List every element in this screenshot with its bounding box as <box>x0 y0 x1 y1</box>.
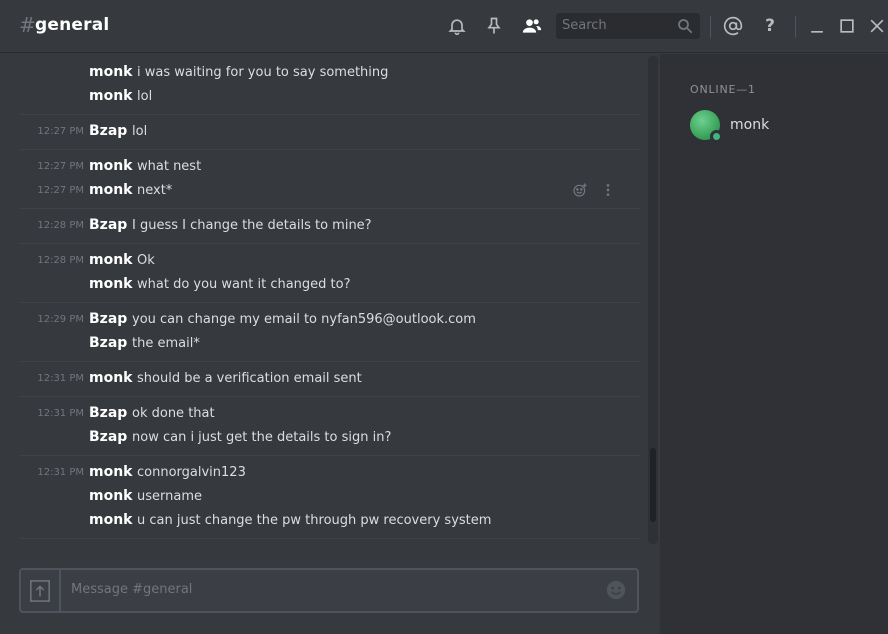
message-row[interactable]: 12:31 PM Bzap ok done that <box>20 401 640 425</box>
message-timestamp: 12:31 PM <box>37 407 84 419</box>
close-icon[interactable] <box>866 15 888 37</box>
channel-hash-icon: # <box>19 13 36 37</box>
message-row[interactable]: 12:28 PM monk Ok <box>20 248 640 272</box>
pin-icon[interactable] <box>483 15 505 37</box>
message-actions <box>572 182 616 198</box>
message-row[interactable]: monk u can just change the pw through pw … <box>20 508 640 532</box>
message-text: connorgalvin123 <box>137 464 246 480</box>
more-options-icon[interactable] <box>600 182 616 198</box>
message-author[interactable]: monk <box>89 512 132 528</box>
message-author[interactable]: monk <box>89 464 132 480</box>
message-row[interactable]: monk lol <box>20 84 640 108</box>
message-row[interactable]: 12:29 PM Bzap you can change my email to n… <box>20 307 640 331</box>
message-text: what nest <box>137 158 202 174</box>
message-group: 12:31 PM Bzap ok done that Bzap now can i ju… <box>20 397 640 456</box>
upload-icon <box>30 579 50 602</box>
message-author[interactable]: monk <box>89 158 132 174</box>
channel-header: # general ? <box>0 0 888 53</box>
message-group: 12:31 PM monk should be a verification ema… <box>20 362 640 397</box>
add-reaction-icon[interactable] <box>572 182 588 198</box>
message-text: lol <box>137 88 153 104</box>
message-row[interactable]: monk what do you want it changed to? <box>20 272 640 296</box>
message-timestamp: 12:27 PM <box>37 125 84 137</box>
message-row[interactable]: 12:28 PM Bzap I guess I change the details… <box>20 213 640 237</box>
message-author[interactable]: monk <box>89 64 132 80</box>
message-author[interactable]: Bzap <box>89 311 127 327</box>
message-text: i was waiting for you to say something <box>137 64 389 80</box>
message-author[interactable]: monk <box>89 88 132 104</box>
members-icon[interactable] <box>521 15 543 37</box>
message-group: 12:31 PM monk connorgalvin123 monk username m… <box>20 456 640 539</box>
message-row[interactable]: monk i was waiting for you to say somethi… <box>20 60 640 84</box>
search-icon[interactable] <box>676 17 694 35</box>
message-author[interactable]: Bzap <box>89 217 127 233</box>
message-row[interactable]: 12:27 PM monk next* <box>20 178 640 202</box>
message-timestamp: 12:29 PM <box>37 313 84 325</box>
message-timestamp: 12:28 PM <box>37 219 84 231</box>
message-row[interactable]: Bzap now can i just get the details to si… <box>20 425 640 449</box>
message-row[interactable]: 12:27 PM monk what nest <box>20 154 640 178</box>
maximize-icon[interactable] <box>836 15 858 37</box>
message-text: username <box>137 488 202 504</box>
message-group: 12:29 PM Bzap you can change my email to n… <box>20 303 640 362</box>
online-heading: ONLINE—1 <box>690 83 756 96</box>
member-list: ONLINE—1 monk <box>660 54 888 634</box>
minimize-icon[interactable] <box>806 15 828 37</box>
message-timestamp: 12:31 PM <box>37 372 84 384</box>
message-author[interactable]: monk <box>89 370 132 386</box>
header-divider <box>795 16 796 38</box>
message-text: what do you want it changed to? <box>137 276 351 292</box>
message-author[interactable]: Bzap <box>89 405 127 421</box>
message-timestamp: 12:27 PM <box>37 160 84 172</box>
message-text: the email* <box>132 335 200 351</box>
message-text: next* <box>137 182 173 198</box>
message-text: Ok <box>137 252 155 268</box>
message-text: lol <box>132 123 148 139</box>
avatar[interactable] <box>690 110 723 143</box>
message-row[interactable]: Bzap the email* <box>20 331 640 355</box>
message-list[interactable]: monk i was waiting for you to say somethi… <box>0 54 660 548</box>
message-row[interactable]: 12:31 PM monk should be a verification ema… <box>20 366 640 390</box>
message-group: monk i was waiting for you to say somethi… <box>20 54 640 115</box>
search-input[interactable] <box>562 18 672 33</box>
message-author[interactable]: Bzap <box>89 123 127 139</box>
message-timestamp: 12:31 PM <box>37 466 84 478</box>
message-author[interactable]: monk <box>89 252 132 268</box>
message-text: u can just change the pw through pw reco… <box>137 512 492 528</box>
message-composer <box>19 568 639 613</box>
message-group: 12:27 PM Bzap lol <box>20 115 640 150</box>
upload-button[interactable] <box>21 570 61 611</box>
message-text: you can change my email to nyfan596@outl… <box>132 311 476 327</box>
message-text: should be a verification email sent <box>137 370 362 386</box>
message-text: now can i just get the details to sign i… <box>132 429 392 445</box>
message-text: ok done that <box>132 405 215 421</box>
channel-name: general <box>35 15 110 35</box>
message-author[interactable]: monk <box>89 488 132 504</box>
member-name: monk <box>730 117 770 133</box>
message-text: I guess I change the details to mine? <box>132 217 372 233</box>
message-group: 12:28 PM monk Ok monk what do you want it ch… <box>20 244 640 303</box>
member-item[interactable]: monk <box>690 109 770 143</box>
message-timestamp: 12:28 PM <box>37 254 84 266</box>
scrollbar-thumb[interactable] <box>650 448 656 522</box>
emoji-picker-icon[interactable] <box>605 579 627 601</box>
message-author[interactable]: Bzap <box>89 429 127 445</box>
header-divider <box>710 16 711 38</box>
mention-icon[interactable] <box>722 15 744 37</box>
message-author[interactable]: monk <box>89 182 132 198</box>
message-timestamp: 12:27 PM <box>37 184 84 196</box>
message-row[interactable]: monk username <box>20 484 640 508</box>
message-group: 12:27 PM monk what nest 12:27 PM monk next* <box>20 150 640 209</box>
message-group: 12:28 PM Bzap I guess I change the details… <box>20 209 640 244</box>
message-author[interactable]: Bzap <box>89 335 127 351</box>
message-row[interactable]: 12:27 PM Bzap lol <box>20 119 640 143</box>
help-icon[interactable]: ? <box>759 15 781 37</box>
search-box[interactable] <box>556 13 700 39</box>
online-status-icon <box>710 130 723 143</box>
message-row[interactable]: 12:31 PM monk connorgalvin123 <box>20 460 640 484</box>
bell-icon[interactable] <box>446 15 468 37</box>
message-input[interactable] <box>71 582 591 597</box>
message-author[interactable]: monk <box>89 276 132 292</box>
